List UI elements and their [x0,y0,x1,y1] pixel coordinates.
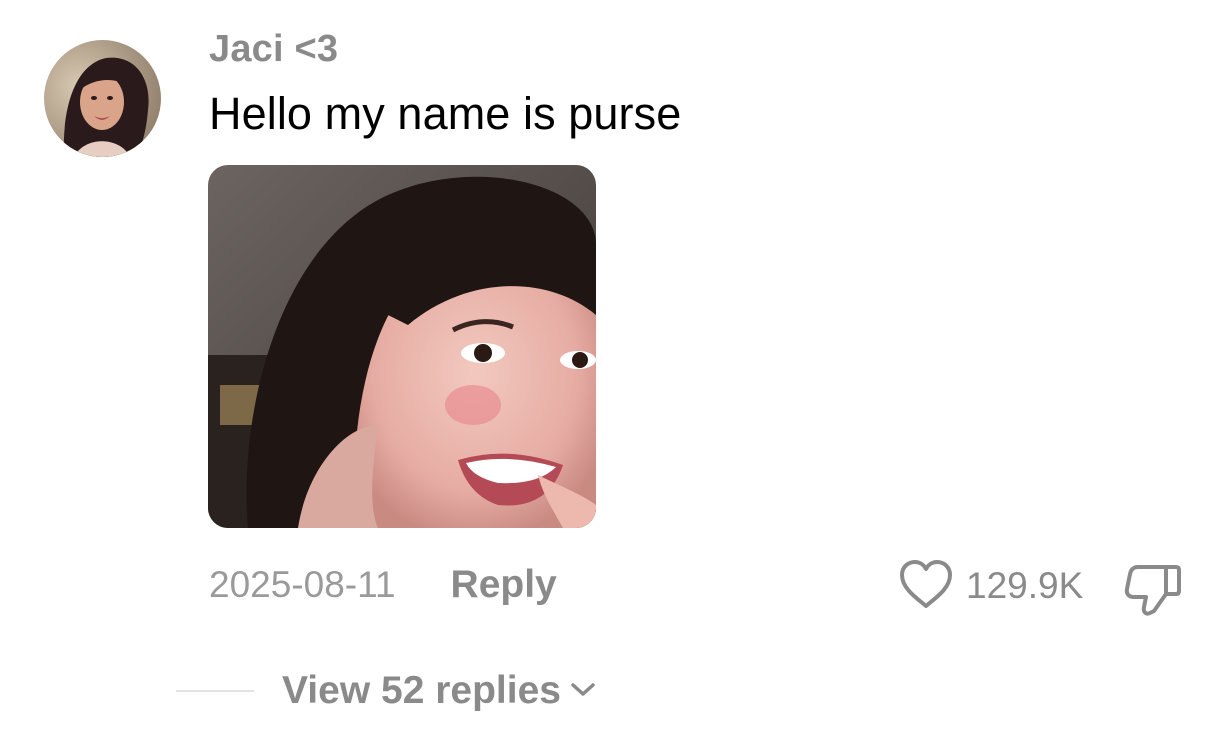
comment-attached-image[interactable] [208,165,596,528]
comment-date: 2025-08-11 [209,564,396,605]
photo [208,165,596,528]
view-replies-label: View 52 replies [282,669,561,712]
view-replies-button[interactable]: View 52 replies [282,669,597,713]
reply-button[interactable]: Reply [451,563,557,607]
avatar-image [44,40,161,157]
avatar[interactable] [44,40,161,157]
replies-row: View 52 replies [176,668,597,714]
username[interactable]: Jaci <3 [209,28,338,71]
like-button[interactable]: 129.9K [898,558,1084,615]
thumbs-down-outline-icon [1124,565,1182,621]
comment-meta-row: 2025-08-11 Reply [209,560,557,610]
like-count: 129.9K [966,565,1084,606]
comment-text: Hello my name is purse [209,88,682,139]
dislike-button[interactable] [1124,561,1182,617]
replies-divider [176,690,254,692]
heart-outline-icon [898,558,954,615]
chevron-down-icon [569,679,597,704]
